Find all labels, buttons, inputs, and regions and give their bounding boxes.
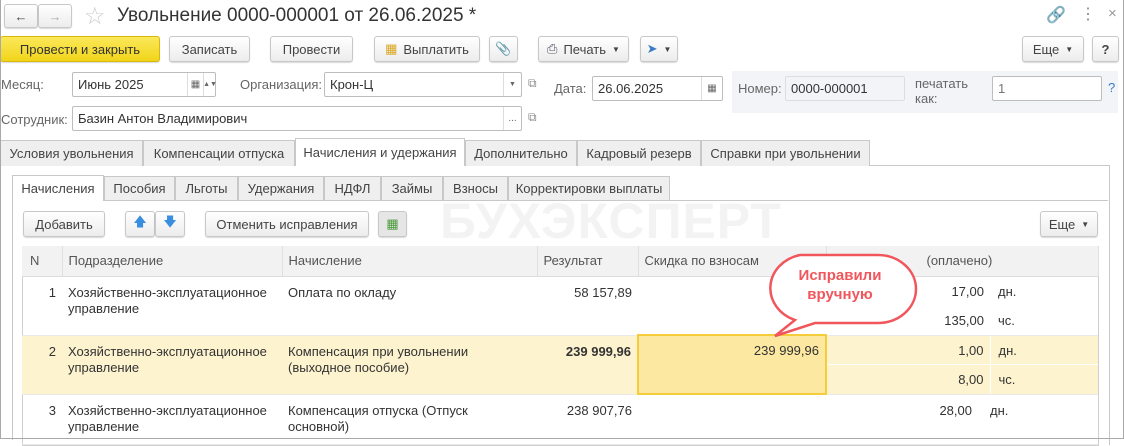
accruals-table: N Подразделение Начисление Результат Ски… (22, 246, 1099, 445)
pay-icon: ▦ (385, 41, 398, 56)
tab-additional[interactable]: Дополнительно (465, 140, 577, 166)
back-button[interactable]: ← (4, 4, 38, 28)
pay-button[interactable]: ▦ Выплатить (374, 36, 480, 62)
open-icon[interactable]: ⧉ (528, 76, 537, 91)
save-button[interactable]: Записать (169, 36, 250, 62)
calendar-icon[interactable]: ▦ (187, 73, 203, 96)
subtab-accruals[interactable]: Начисления (12, 175, 104, 201)
post-button[interactable]: Провести (270, 36, 353, 62)
printer-icon: ⎙ (547, 41, 558, 56)
print-as-input[interactable] (992, 76, 1102, 101)
chevron-down-icon: ▼ (663, 44, 672, 54)
cancel-corrections-button[interactable]: Отменить исправления (205, 211, 369, 237)
col-department[interactable]: Подразделение (62, 246, 283, 277)
organization-label: Организация: (240, 77, 323, 92)
favorite-star-icon[interactable]: ☆ (84, 2, 106, 31)
employee-label: Сотрудник: (1, 112, 68, 127)
tab-certificates[interactable]: Справки при увольнении (701, 140, 870, 166)
create-based-button[interactable]: ➤ ▼ (640, 36, 678, 62)
add-button[interactable]: Добавить (23, 211, 105, 237)
subtab-privileges[interactable]: Льготы (175, 176, 238, 200)
move-down-button[interactable]: 🡇 (155, 211, 185, 237)
subtab-loans[interactable]: Займы (381, 176, 443, 200)
employee-input[interactable]: Базин Антон Владимирович ... (72, 106, 522, 131)
table-row[interactable]: 1 Хозяйственно-эксплуатационное управлен… (22, 276, 1098, 336)
tab-dismissal-conditions[interactable]: Условия увольнения (0, 140, 143, 166)
watermark: БУХЭКСПЕРТ (440, 192, 782, 250)
tab-hr-reserve[interactable]: Кадровый резерв (577, 140, 701, 166)
link-icon[interactable]: 🔗 (1046, 5, 1066, 25)
chevron-down-icon: ▼ (1065, 44, 1074, 54)
move-up-button[interactable]: 🡅 (125, 211, 155, 237)
chevron-down-icon: ▼ (612, 44, 620, 54)
table-row[interactable]: 3 Хозяйственно-эксплуатационное управлен… (22, 394, 1098, 445)
month-spinner[interactable]: ▲▼ (203, 73, 217, 96)
month-input[interactable]: Июнь 2025 ▦ ▲▼ (72, 72, 217, 97)
subtab-ndfl[interactable]: НДФЛ (324, 176, 381, 200)
arrow-up-icon: 🡅 (133, 214, 147, 229)
post-and-close-button[interactable]: Провести и закрыть (0, 36, 160, 62)
menu-dots-icon[interactable]: ⋮ (1080, 4, 1096, 24)
table-plus-icon: ▦ (386, 216, 399, 231)
calendar-icon[interactable]: ▦ (701, 77, 722, 100)
paperclip-icon: 📎 (495, 41, 512, 56)
col-accrual[interactable]: Начисление (282, 246, 538, 277)
table-row-selected[interactable]: 2 Хозяйственно-эксплуатационное управлен… (22, 334, 1098, 395)
date-input[interactable]: 26.06.2025 ▦ (592, 76, 723, 101)
forward-button[interactable]: → (38, 4, 72, 28)
window-title: Увольнение 0000-000001 от 26.06.2025 * (117, 5, 477, 26)
col-n[interactable]: N (22, 246, 63, 277)
table-header: N Подразделение Начисление Результат Ски… (22, 246, 1099, 277)
print-button[interactable]: ⎙ Печать ▼ (538, 36, 629, 62)
print-as-label: печатать как: (915, 76, 969, 106)
attach-button[interactable]: 📎 (489, 36, 518, 62)
number-label: Номер: (738, 81, 782, 96)
more-button[interactable]: Еще ▼ (1022, 36, 1084, 62)
callout-text: Исправили вручную (798, 267, 882, 303)
col-result[interactable]: Результат (537, 246, 639, 277)
select-button[interactable]: ... (503, 107, 521, 130)
date-label: Дата: (554, 81, 587, 96)
organization-input[interactable]: Крон-Ц ▼ (324, 72, 522, 97)
close-icon[interactable]: × (1108, 5, 1117, 22)
tab-vacation-compensation[interactable]: Компенсации отпуска (143, 140, 295, 166)
arrow-down-icon: 🡇 (163, 214, 177, 229)
document-arrow-icon: ➤ (646, 41, 658, 56)
month-label: Месяц: (1, 77, 44, 92)
subtab-deductions[interactable]: Удержания (238, 176, 324, 200)
add-column-button[interactable]: ▦ (378, 211, 407, 237)
discount-cell[interactable]: 239 999,96 (637, 334, 827, 395)
help-button[interactable]: ? (1092, 36, 1119, 62)
table-more-button[interactable]: Еще ▼ (1040, 211, 1098, 237)
tab-accruals-deductions[interactable]: Начисления и удержания (295, 138, 465, 166)
chevron-down-icon: ▼ (1081, 219, 1090, 229)
subtab-benefits[interactable]: Пособия (104, 176, 175, 200)
open-icon[interactable]: ⧉ (528, 110, 537, 125)
dropdown-icon[interactable]: ▼ (503, 73, 521, 96)
help-link[interactable]: ? (1108, 80, 1115, 95)
number-input[interactable]: 0000-000001 (785, 76, 905, 101)
